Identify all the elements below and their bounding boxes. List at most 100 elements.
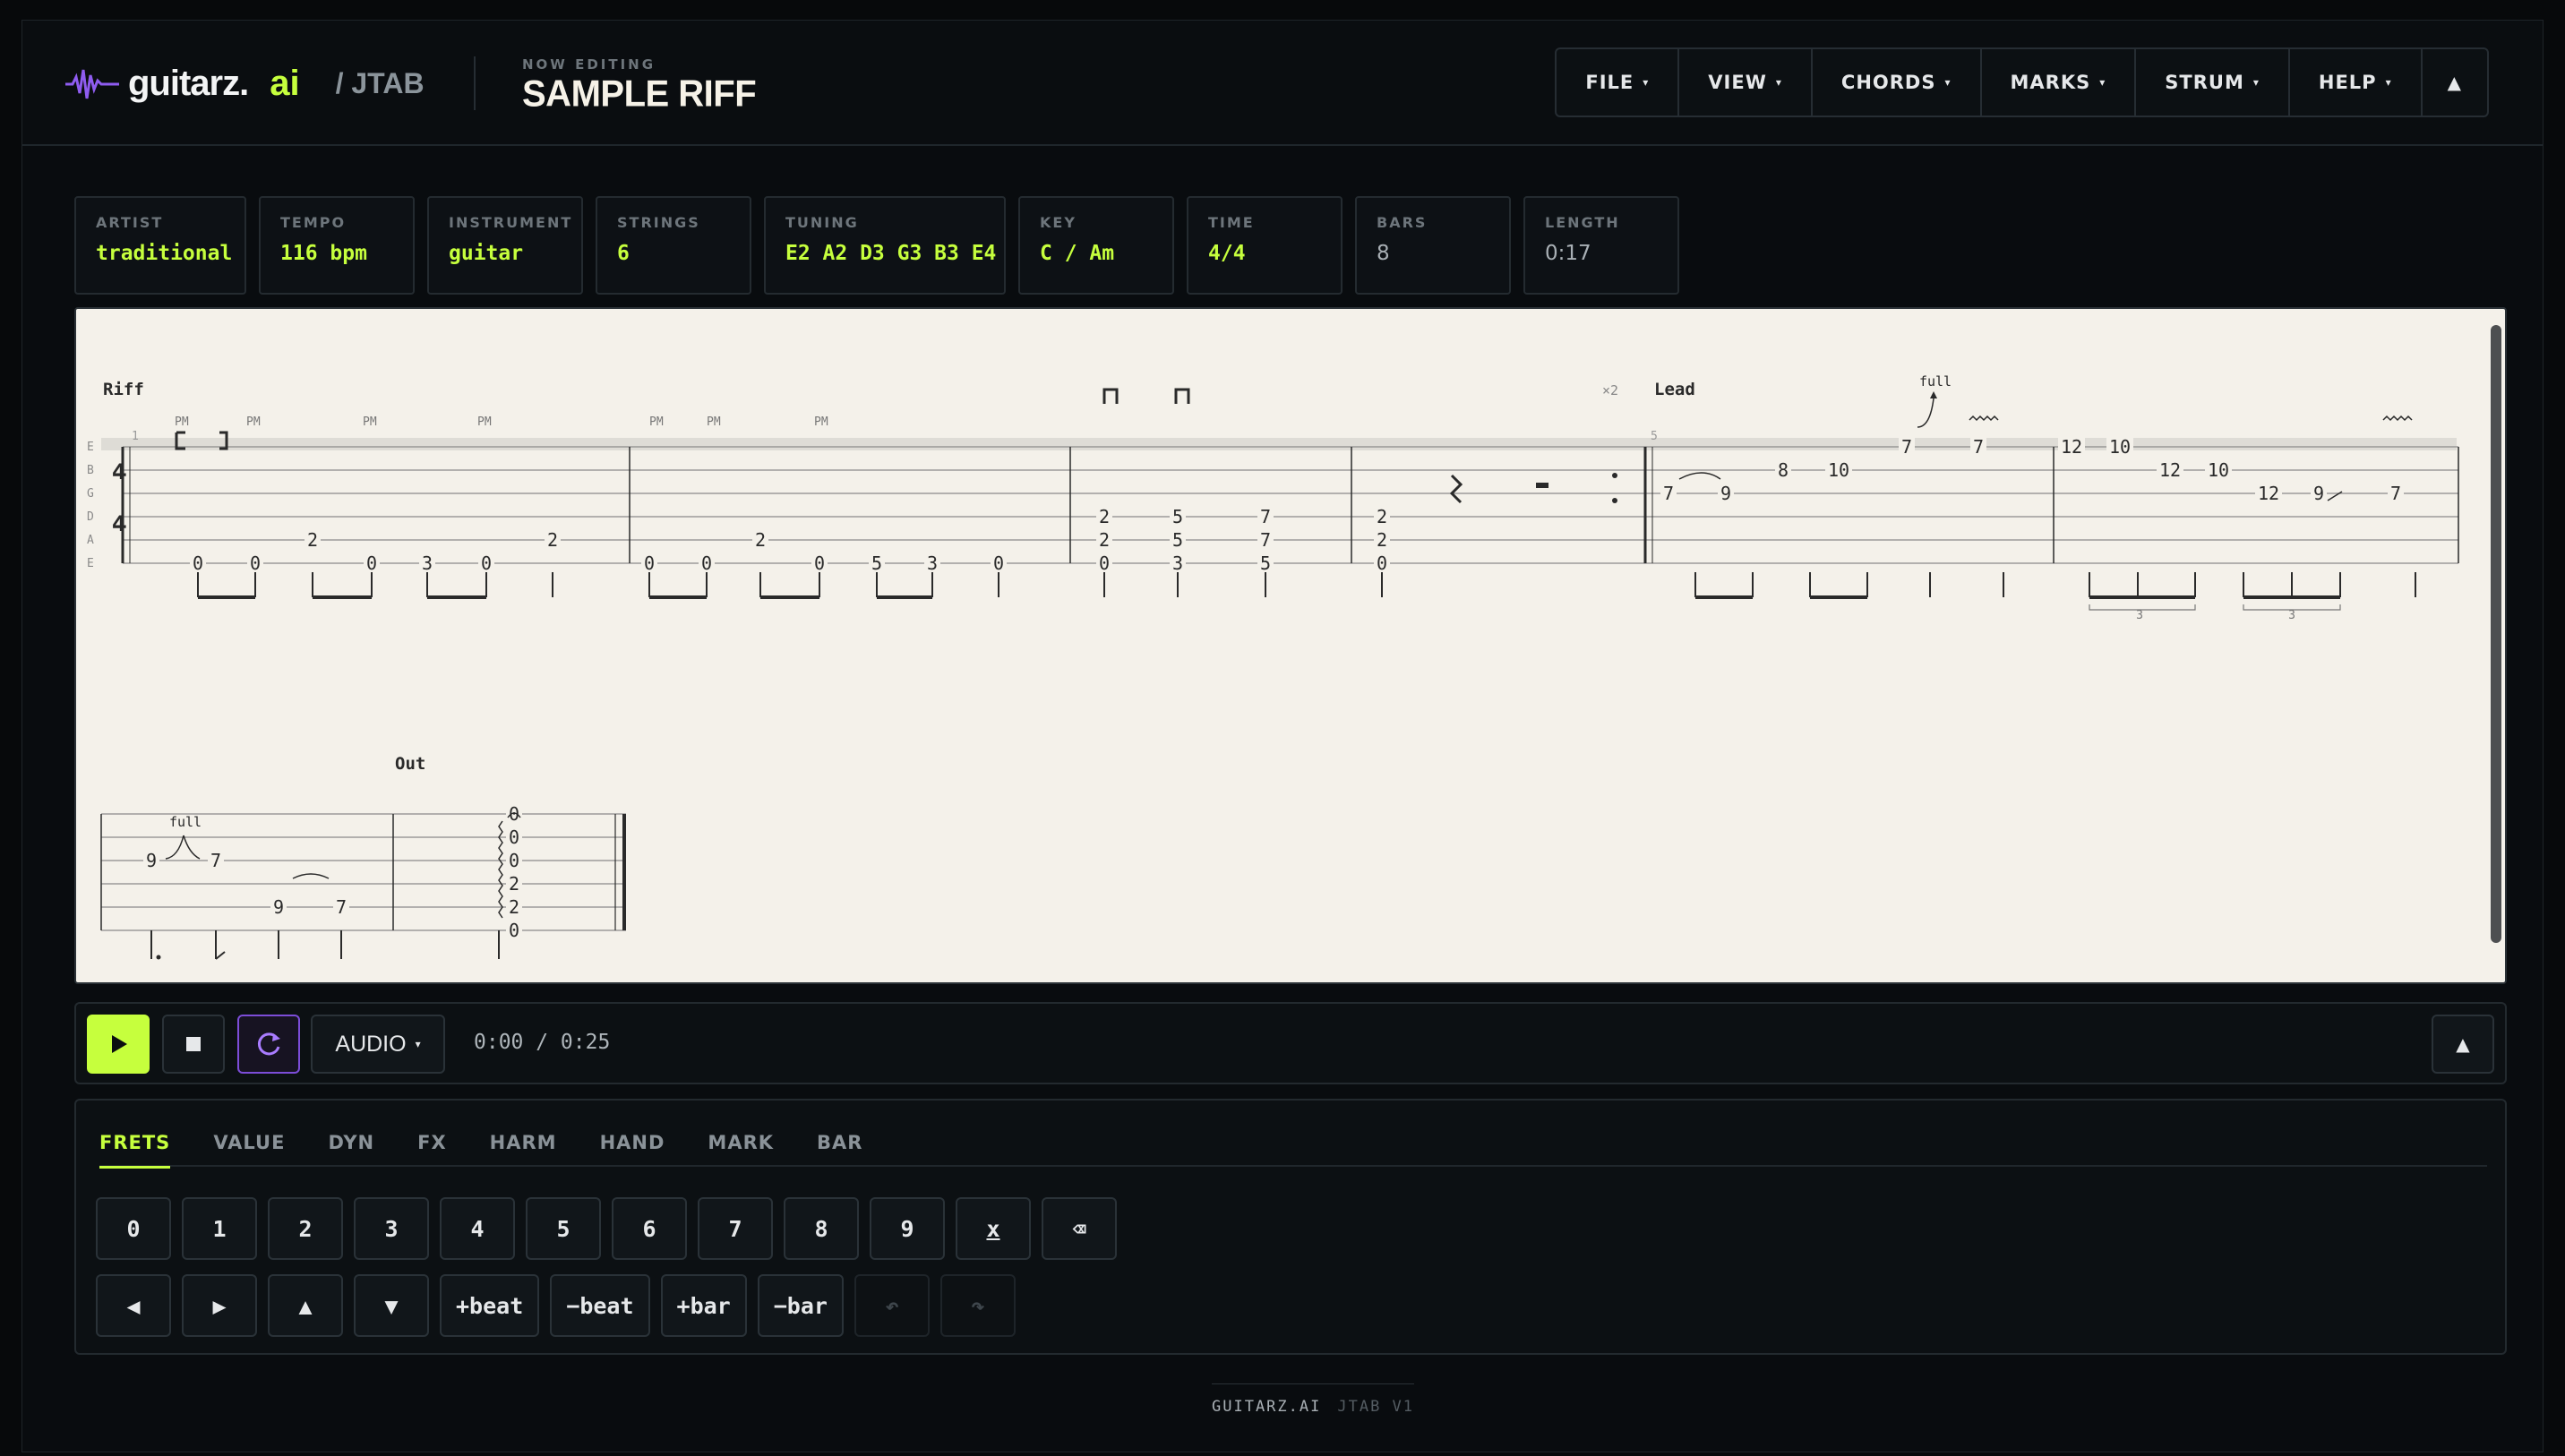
meta-instrument[interactable]: INSTRUMENT guitar <box>427 196 583 295</box>
slur <box>292 873 330 879</box>
app-frame: guitarz. ai / JTAB NOW EDITING SAMPLE RI… <box>21 20 2544 1452</box>
fret-number: 7 <box>1260 529 1271 551</box>
app-header: guitarz. ai / JTAB NOW EDITING SAMPLE RI… <box>22 21 2543 146</box>
tab-sheet[interactable]: E B G D A E 1 5 Riff Lead ×2 4 4 PM PM PM PM PM PM PM 0 0 2 0 3 0… <box>74 307 2507 984</box>
palm-mute-mark: PM <box>477 415 492 429</box>
remove-bar-button[interactable]: −bar <box>757 1274 844 1337</box>
fret-number: 0 <box>509 920 519 941</box>
redo-button[interactable]: ↷ <box>939 1274 1016 1337</box>
fret-number: 5 <box>1260 552 1271 574</box>
repeat-dot <box>1612 498 1617 503</box>
fret-key-9[interactable]: 9 <box>870 1197 945 1260</box>
fret-number: 2 <box>509 896 519 918</box>
fret-key-5[interactable]: 5 <box>526 1197 601 1260</box>
fret-key-1[interactable]: 1 <box>182 1197 257 1260</box>
fret-number: 0 <box>1377 552 1387 574</box>
undo-button[interactable]: ↶ <box>854 1274 930 1337</box>
fret-number: 2 <box>509 873 519 895</box>
meta-tuning[interactable]: TUNING E2 A2 D3 G3 B3 E4 <box>764 196 1006 295</box>
add-beat-button[interactable]: +beat <box>440 1274 540 1337</box>
fret-number: 0 <box>509 850 519 871</box>
cursor-left-button[interactable]: ◀ <box>96 1274 171 1337</box>
meta-key[interactable]: KEY C / Am <box>1018 196 1174 295</box>
footer-divider <box>1212 1383 1414 1384</box>
tab-staff[interactable]: EBGDAE1 5Riff Lead×244PM PM PM PM PM PM PM0 020 3 0… <box>76 309 2507 984</box>
tab-hand[interactable]: HAND <box>600 1118 665 1167</box>
audio-select[interactable]: AUDIO ▾ <box>311 1015 445 1074</box>
repeat-dot <box>1612 473 1617 478</box>
fret-key-7[interactable]: 7 <box>698 1197 773 1260</box>
string-name: E <box>87 557 94 570</box>
menu-help[interactable]: HELP ▾ <box>2290 49 2423 116</box>
meta-artist[interactable]: ARTIST traditional <box>74 196 246 295</box>
tab-dyn[interactable]: DYN <box>328 1118 374 1167</box>
backspace-key[interactable]: ⌫ <box>1042 1197 1117 1260</box>
cursor-right-button[interactable]: ▶ <box>182 1274 257 1337</box>
caret-up-icon: ▲ <box>2447 72 2462 93</box>
fret-number: 0 <box>644 552 655 574</box>
fret-number: 2 <box>547 529 558 551</box>
palm-mute-mark: PM <box>814 415 828 429</box>
meta-strings[interactable]: STRINGS 6 <box>596 196 751 295</box>
mute-key[interactable]: x <box>956 1197 1031 1260</box>
triplet-label: 3 <box>2288 609 2295 622</box>
menu-marks[interactable]: MARKS ▾ <box>1982 49 2137 116</box>
fret-number: 0 <box>1099 552 1110 574</box>
bend-label: full <box>1919 373 1952 390</box>
string-down-button[interactable]: ▼ <box>354 1274 429 1337</box>
string-up-button[interactable]: ▲ <box>268 1274 343 1337</box>
fret-number: 0 <box>250 552 261 574</box>
chevron-down-icon: ▾ <box>2385 76 2392 89</box>
tab-bar[interactable]: BAR <box>817 1118 862 1167</box>
song-title[interactable]: SAMPLE RIFF <box>522 73 757 116</box>
bend-arrow <box>1917 398 1934 428</box>
fret-key-6[interactable]: 6 <box>612 1197 687 1260</box>
rhythm-flag <box>215 951 226 960</box>
stop-button[interactable] <box>162 1015 225 1074</box>
add-bar-button[interactable]: +bar <box>660 1274 747 1337</box>
fret-number: 5 <box>1172 506 1183 527</box>
fret-number: 2 <box>307 529 318 551</box>
editor-panel: FRETS VALUE DYN FX HARM HAND MARK BAR 01… <box>74 1099 2507 1355</box>
fret-number: 7 <box>336 896 347 918</box>
tab-fx[interactable]: FX <box>417 1118 447 1167</box>
fret-number: 9 <box>146 850 157 871</box>
collapse-header-button[interactable]: ▲ <box>2423 49 2487 116</box>
fret-number: 10 <box>2208 459 2229 481</box>
menu-strum[interactable]: STRUM ▾ <box>2136 49 2290 116</box>
loop-button[interactable] <box>237 1015 300 1074</box>
fret-key-8[interactable]: 8 <box>784 1197 859 1260</box>
playback-time: 0:00 / 0:25 <box>474 1031 611 1054</box>
play-button[interactable] <box>87 1015 150 1074</box>
fret-key-4[interactable]: 4 <box>440 1197 515 1260</box>
string-name: G <box>87 487 94 501</box>
fret-number: 10 <box>1828 459 1849 481</box>
fret-key-0[interactable]: 0 <box>96 1197 171 1260</box>
chevron-down-icon: ▾ <box>415 1038 421 1050</box>
tab-value[interactable]: VALUE <box>213 1118 285 1167</box>
fret-number: 10 <box>2109 436 2131 458</box>
fret-number: 3 <box>927 552 938 574</box>
fret-key-2[interactable]: 2 <box>268 1197 343 1260</box>
fret-number: 8 <box>1778 459 1789 481</box>
fret-number: 3 <box>422 552 433 574</box>
remove-beat-button[interactable]: −beat <box>550 1274 650 1337</box>
menu-file[interactable]: FILE ▾ <box>1557 49 1680 116</box>
time-signature-top: 4 <box>112 459 127 484</box>
brand-logo[interactable]: guitarz. ai / JTAB <box>65 64 425 104</box>
fret-number: 7 <box>210 850 221 871</box>
menu-view[interactable]: VIEW ▾ <box>1679 49 1813 116</box>
palm-mute-mark: PM <box>363 415 377 429</box>
tab-mark[interactable]: MARK <box>708 1118 774 1167</box>
bend-arrowhead <box>1930 391 1937 398</box>
bend-arrow <box>165 835 184 860</box>
collapse-player-button[interactable]: ▲ <box>2432 1015 2494 1074</box>
menu-chords[interactable]: CHORDS ▾ <box>1813 49 1982 116</box>
tab-harm[interactable]: HARM <box>490 1118 557 1167</box>
meta-time[interactable]: TIME 4/4 <box>1187 196 1343 295</box>
string-name: B <box>87 464 94 477</box>
sheet-scrollbar[interactable] <box>2491 325 2501 943</box>
tab-frets[interactable]: FRETS <box>99 1118 171 1169</box>
fret-key-3[interactable]: 3 <box>354 1197 429 1260</box>
meta-tempo[interactable]: TEMPO 116 bpm <box>259 196 415 295</box>
